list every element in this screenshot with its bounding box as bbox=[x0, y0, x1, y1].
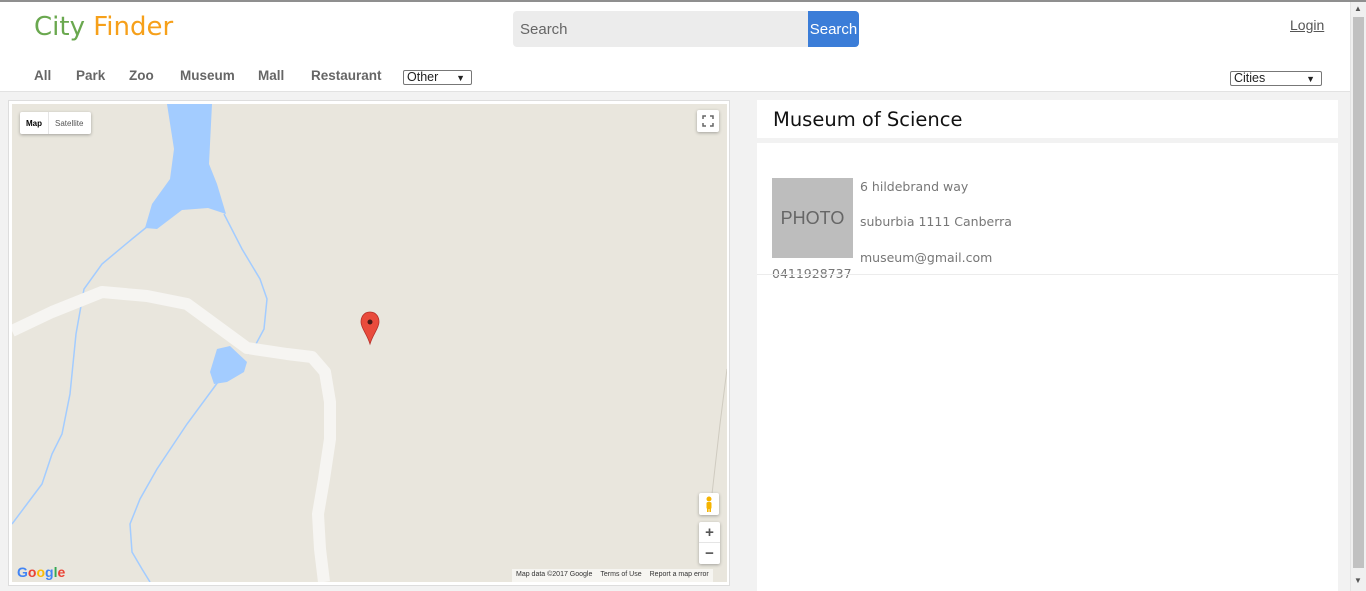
place-details-panel: Museum of Science PHOTO 6 hildebrand way… bbox=[757, 100, 1338, 591]
dropdown-arrow-icon: ▼ bbox=[456, 73, 465, 83]
street-view-pegman-button[interactable] bbox=[699, 493, 719, 515]
map-type-satellite-button[interactable]: Satellite bbox=[49, 112, 89, 134]
nav-all[interactable]: All bbox=[34, 68, 51, 83]
pegman-icon bbox=[706, 496, 712, 512]
fullscreen-icon bbox=[702, 115, 714, 127]
scroll-up-arrow-icon[interactable]: ▲ bbox=[1354, 4, 1362, 13]
map-canvas[interactable]: Map Satellite + − Google Map data ©2017 … bbox=[12, 104, 727, 582]
scroll-down-arrow-icon[interactable]: ▼ bbox=[1354, 576, 1362, 585]
nav-mall[interactable]: Mall bbox=[258, 68, 284, 83]
google-logo[interactable]: Google bbox=[17, 563, 69, 582]
login-link[interactable]: Login bbox=[1290, 17, 1324, 33]
scroll-thumb[interactable] bbox=[1353, 17, 1364, 568]
zoom-out-button[interactable]: − bbox=[699, 543, 720, 564]
app-logo[interactable]: City Finder bbox=[34, 12, 173, 42]
row-divider bbox=[757, 274, 1338, 275]
fullscreen-button[interactable] bbox=[697, 110, 719, 132]
nav-restaurant[interactable]: Restaurant bbox=[311, 68, 382, 83]
logo-finder: Finder bbox=[93, 12, 174, 42]
panel-divider bbox=[757, 138, 1338, 143]
map-attribution: Map data ©2017 Google Terms of Use Repor… bbox=[512, 569, 713, 582]
zoom-in-button[interactable]: + bbox=[699, 522, 720, 543]
dropdown-arrow-icon: ▼ bbox=[1306, 74, 1315, 84]
logo-city: City bbox=[34, 12, 85, 42]
terms-link[interactable]: Terms of Use bbox=[600, 571, 641, 580]
address-line-2: suburbia 1111 Canberra bbox=[860, 214, 1012, 229]
nav-park[interactable]: Park bbox=[76, 68, 105, 83]
place-title: Museum of Science bbox=[773, 108, 963, 131]
address-line-1: 6 hildebrand way bbox=[860, 179, 969, 194]
nav-zoo[interactable]: Zoo bbox=[129, 68, 154, 83]
search-button[interactable]: Search bbox=[808, 11, 859, 47]
other-select-value: Other bbox=[407, 70, 439, 84]
zoom-control: + − bbox=[699, 522, 720, 564]
place-email: museum@gmail.com bbox=[860, 250, 993, 265]
page-scrollbar[interactable]: ▲ ▼ bbox=[1350, 2, 1366, 591]
map-tiles bbox=[12, 104, 727, 582]
report-error-link[interactable]: Report a map error bbox=[650, 571, 709, 580]
google-logo-wordmark: Google bbox=[17, 564, 65, 580]
map-container: Map Satellite + − Google Map data ©2017 … bbox=[8, 100, 730, 586]
cities-select[interactable]: Cities ▼ bbox=[1230, 71, 1322, 86]
header: City Finder Search Login All Park Zoo Mu… bbox=[0, 2, 1350, 92]
svg-text:Google: Google bbox=[17, 564, 65, 580]
map-type-control: Map Satellite bbox=[20, 112, 91, 134]
nav-museum[interactable]: Museum bbox=[180, 68, 235, 83]
cities-select-value: Cities bbox=[1234, 71, 1266, 85]
place-photo-placeholder: PHOTO bbox=[772, 178, 853, 258]
other-category-select[interactable]: Other ▼ bbox=[403, 70, 472, 85]
map-type-map-button[interactable]: Map bbox=[20, 112, 49, 134]
map-data-text: Map data ©2017 Google bbox=[516, 571, 593, 578]
search-input[interactable] bbox=[513, 11, 809, 47]
